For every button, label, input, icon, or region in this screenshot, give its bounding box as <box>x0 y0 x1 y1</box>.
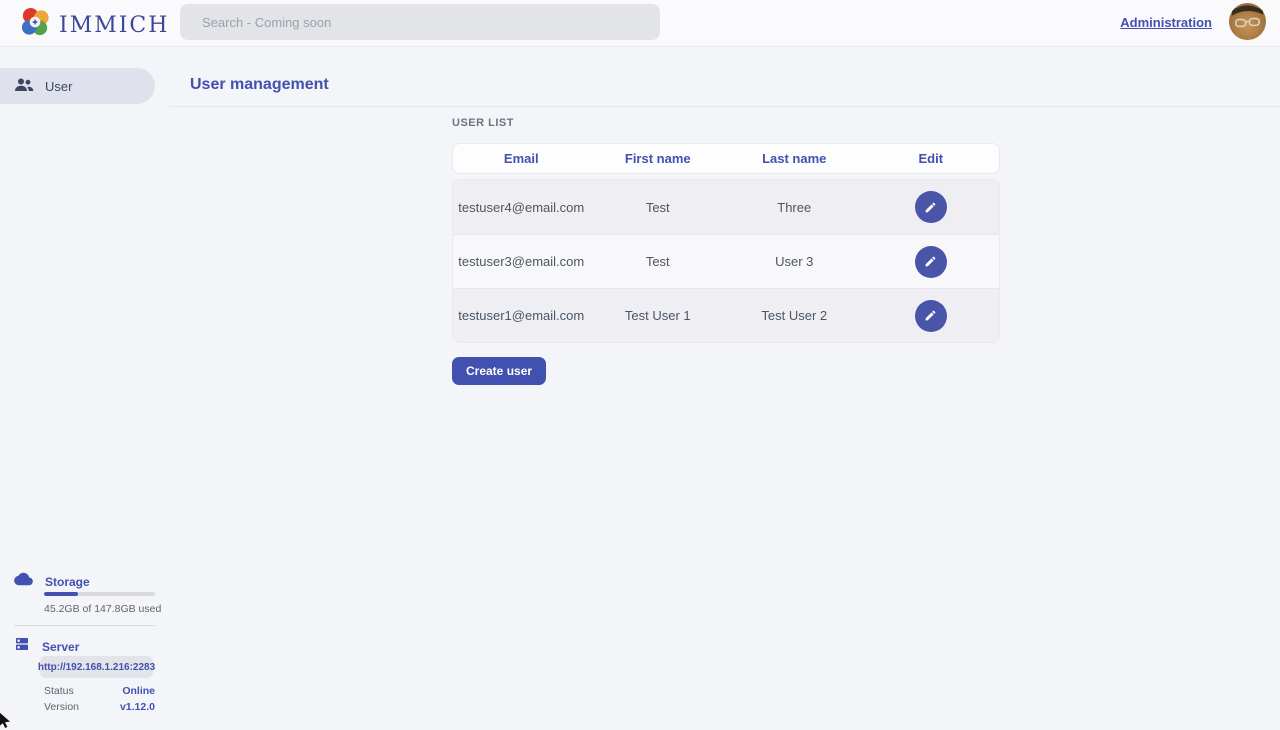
administration-link[interactable]: Administration <box>1120 15 1212 30</box>
pencil-icon <box>924 255 937 268</box>
cell-email: testuser4@email.com <box>453 200 590 215</box>
storage-usage-text: 45.2GB of 147.8GB used <box>44 603 161 615</box>
storage-section-header: Storage <box>14 572 90 591</box>
cell-edit <box>863 191 1000 223</box>
server-status-value: Online <box>122 685 155 697</box>
cell-last-name: Test User 2 <box>726 308 863 323</box>
user-table-body: testuser4@email.comTestThreetestuser3@em… <box>452 179 1000 343</box>
edit-user-button[interactable] <box>915 246 947 278</box>
edit-user-button[interactable] <box>915 300 947 332</box>
storage-progress-fill <box>44 592 78 596</box>
table-row: testuser4@email.comTestThree <box>453 180 999 234</box>
table-row: testuser1@email.comTest User 1Test User … <box>453 288 999 342</box>
cell-last-name: User 3 <box>726 254 863 269</box>
server-status-label: Status <box>44 685 74 697</box>
server-section-header: Server <box>14 636 79 657</box>
cell-first-name: Test <box>590 200 727 215</box>
column-header-first-name: First name <box>590 151 727 166</box>
cell-last-name: Three <box>726 200 863 215</box>
avatar-image <box>1229 3 1266 40</box>
cell-email: testuser1@email.com <box>453 308 590 323</box>
table-header: Email First name Last name Edit <box>452 143 1000 174</box>
server-status-row: Status Online <box>44 685 155 697</box>
sidebar-divider <box>14 625 155 626</box>
users-icon <box>14 77 34 96</box>
dns-icon <box>14 636 30 657</box>
title-divider <box>170 106 1280 107</box>
edit-user-button[interactable] <box>915 191 947 223</box>
immich-app: IMMICH Administration <box>0 0 1280 730</box>
search-input[interactable] <box>180 4 660 40</box>
sidebar-item-user[interactable]: User <box>0 68 155 104</box>
cloud-icon <box>14 572 33 591</box>
server-version-row: Version v1.12.0 <box>44 701 155 713</box>
server-version-value: v1.12.0 <box>120 701 155 713</box>
pencil-icon <box>924 201 937 214</box>
pencil-icon <box>924 309 937 322</box>
table-row: testuser3@email.comTestUser 3 <box>453 234 999 288</box>
user-avatar[interactable] <box>1229 3 1266 40</box>
sidebar-item-label: User <box>45 79 72 94</box>
user-list-label: USER LIST <box>452 117 514 129</box>
column-header-email: Email <box>453 151 590 166</box>
cell-edit <box>863 300 1000 332</box>
cell-first-name: Test User 1 <box>590 308 727 323</box>
cell-edit <box>863 246 1000 278</box>
cell-email: testuser3@email.com <box>453 254 590 269</box>
column-header-edit: Edit <box>863 151 1000 166</box>
app-header: IMMICH Administration <box>0 0 1280 47</box>
server-url: http://192.168.1.216:2283 <box>40 656 153 678</box>
storage-progress-bar <box>44 592 155 596</box>
server-title: Server <box>42 640 79 654</box>
mouse-cursor <box>0 711 12 729</box>
immich-flower-icon <box>19 6 52 44</box>
cell-first-name: Test <box>590 254 727 269</box>
column-header-last-name: Last name <box>726 151 863 166</box>
create-user-button[interactable]: Create user <box>452 357 546 385</box>
server-version-label: Version <box>44 701 79 713</box>
page-title: User management <box>190 76 329 94</box>
search-bar[interactable] <box>180 4 660 40</box>
logo[interactable]: IMMICH <box>19 6 169 44</box>
storage-title: Storage <box>45 575 90 589</box>
logo-text: IMMICH <box>59 13 169 38</box>
